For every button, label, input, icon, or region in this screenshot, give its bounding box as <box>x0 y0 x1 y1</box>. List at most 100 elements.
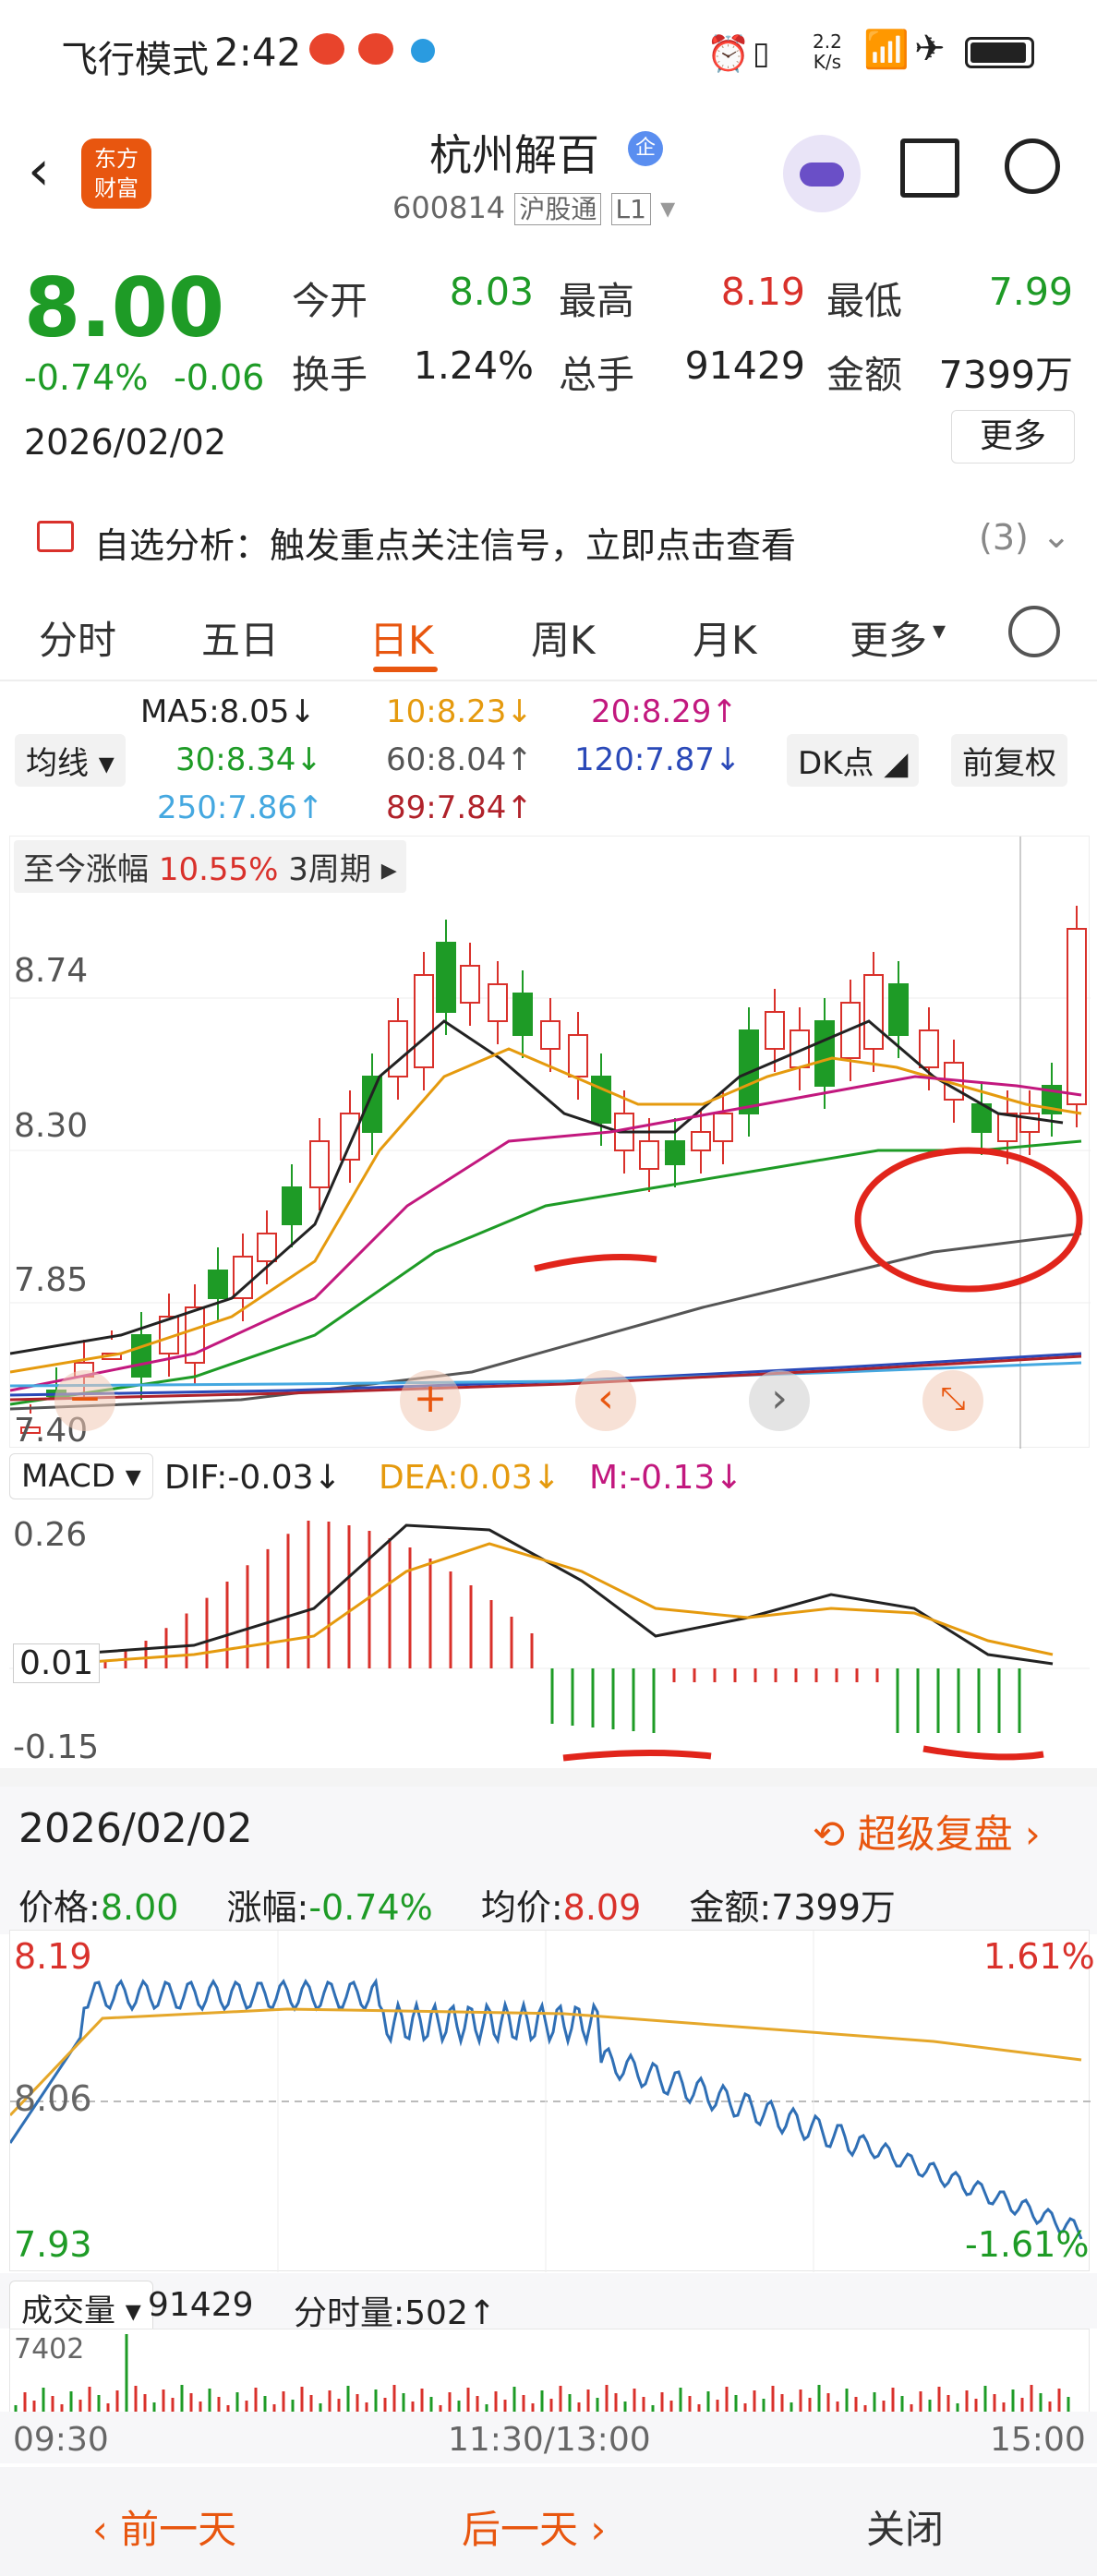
macd-chart[interactable]: 0.26 0.01 -0.15 <box>9 1507 1090 1766</box>
candle <box>388 1020 408 1077</box>
ma-value: 30:8.34↓ <box>175 741 322 778</box>
scroll-left-button[interactable]: ‹ <box>575 1370 636 1431</box>
intraday-pct-high: 1.61% <box>983 1936 1095 1977</box>
history-icon: ⟲ <box>813 1812 846 1857</box>
time-midday: 11:30/13:00 <box>448 2421 651 2459</box>
candle <box>540 1020 561 1050</box>
zoom-out-button[interactable]: − <box>54 1370 115 1431</box>
tab-1[interactable]: 五日 <box>201 609 279 666</box>
volume-total: 91429 <box>148 2286 254 2324</box>
intraday-chart[interactable]: 8.19 8.06 7.93 1.61% -1.61% <box>9 1930 1095 2272</box>
candle <box>282 1186 302 1225</box>
net-speed: 2.2 K/s <box>813 30 842 73</box>
more-quote-button[interactable]: 更多 <box>951 410 1075 463</box>
stat-value: 8.19 <box>720 270 805 314</box>
weibo-icon <box>309 33 344 65</box>
tick-volume: 分时量:502↑ <box>294 2294 497 2332</box>
intraday-pct-low: -1.61% <box>965 2224 1090 2265</box>
kline-chart[interactable]: 至今涨幅 10.55% 3周期 ▸ 8.74 8.30 7.85 7.40 − … <box>9 836 1091 1450</box>
candle <box>309 1140 330 1188</box>
ma-value: MA5:8.05↓ <box>140 693 316 730</box>
intraday-low: 7.93 <box>14 2224 92 2265</box>
macd-m: M:-0.13↓ <box>589 1459 743 1497</box>
ma-value: 250:7.86↑ <box>157 789 324 826</box>
candle <box>639 1140 659 1170</box>
time-close: 15:00 <box>990 2421 1086 2459</box>
macd-selector[interactable]: MACD ▾ <box>9 1453 153 1499</box>
change-percent: -0.74% <box>24 357 149 398</box>
candle <box>131 1334 151 1378</box>
annotation-circle <box>854 1147 1083 1293</box>
tab-3[interactable]: 周K <box>531 609 596 666</box>
volume-max: 7402 <box>14 2333 85 2365</box>
intraday-header: 2026/02/02 ⟲ 超级复盘 › 价格:8.00 涨幅:-0.74% 均价… <box>0 1787 1097 1934</box>
alarm-icon: ⏰ <box>706 33 751 74</box>
candle <box>512 993 533 1036</box>
candle <box>340 1113 360 1161</box>
intraday-high: 8.19 <box>14 1936 92 1977</box>
super-replay-link[interactable]: ⟲ 超级复盘 › <box>813 1803 1041 1860</box>
stat-value: 91429 <box>684 343 805 388</box>
dif-line <box>64 1523 1054 1666</box>
share-icon[interactable] <box>900 138 959 198</box>
macd-legend: MACD ▾ DIF:-0.03↓ DEA:0.03↓ M:-0.13↓ <box>0 1450 1097 1505</box>
level-badge: L1 <box>610 193 651 225</box>
candle <box>460 965 480 1004</box>
vibrate-icon: ▯ <box>753 35 770 72</box>
stat-label: 金额 <box>826 353 902 397</box>
stat-label: 最低 <box>826 279 902 323</box>
settings-gear-icon[interactable] <box>1008 606 1060 657</box>
macd-dif: DIF:-0.03↓ <box>164 1459 342 1497</box>
stat-label: 换手 <box>292 353 368 397</box>
previous-day-button[interactable]: ‹ 前一天 <box>92 2498 236 2555</box>
candle <box>436 942 456 1013</box>
stock-header: ‹ 东方 财富 杭州解百 企 600814 沪股通 L1 ▾ <box>0 102 1097 240</box>
macd-y-label: 0.01 <box>13 1643 101 1683</box>
scroll-right-button[interactable]: › <box>749 1370 810 1431</box>
candle <box>691 1131 711 1151</box>
candle <box>568 1034 588 1077</box>
ai-signal-bar[interactable]: 自选分析：触发重点关注信号，立即点击查看 (3) ⌄ <box>0 499 1097 578</box>
adjust-mode-selector[interactable]: 前复权 <box>951 734 1067 787</box>
indicator-selector[interactable]: 均线 ▾ <box>15 734 126 787</box>
zoom-in-button[interactable]: + <box>400 1370 461 1431</box>
chevron-down-icon: ▾ <box>660 190 676 225</box>
macd-y-label: 0.26 <box>13 1516 88 1554</box>
ma-legend: 均线 ▾ MA5:8.05↓ 10:8.23↓ 20:8.29↑ 30:8.34↓ 60… <box>0 688 1097 836</box>
fullscreen-button[interactable]: ⤡ <box>922 1370 983 1431</box>
ma-value: 120:7.87↓ <box>574 741 741 778</box>
tab-2[interactable]: 日K <box>369 609 434 666</box>
ma-value: 89:7.84↑ <box>386 789 533 826</box>
search-icon[interactable] <box>1005 138 1060 194</box>
active-tab-underline <box>373 667 438 672</box>
time-open: 09:30 <box>13 2421 109 2459</box>
change-amount: -0.06 <box>174 357 265 398</box>
y-label: 8.30 <box>14 1107 89 1145</box>
dea-line <box>64 1542 1054 1666</box>
intraday-mid: 8.06 <box>14 2078 92 2119</box>
candle <box>997 1113 1018 1142</box>
y-label: 8.74 <box>14 952 89 990</box>
candle <box>488 983 508 1022</box>
chevron-down-icon: ▾ <box>933 615 946 645</box>
status-bar: 飞行模式 2:42 ⏰ ▯ 2.2 K/s 📶 ✈ <box>0 0 1097 102</box>
volume-selector[interactable]: 成交量 ▾ <box>9 2281 153 2335</box>
stock-code-line[interactable]: 600814 沪股通 L1 ▾ <box>392 189 675 226</box>
next-day-button[interactable]: 后一天 › <box>462 2498 606 2555</box>
dk-point-toggle[interactable]: DK点 ◢ <box>787 734 920 787</box>
app-logo[interactable]: 东方 财富 <box>81 138 151 209</box>
macd-dea: DEA:0.03↓ <box>379 1459 561 1497</box>
enterprise-badge: 企 <box>628 131 663 166</box>
annotation-underline <box>922 1745 1044 1761</box>
chevron-down-icon: ⌄ <box>1042 515 1071 556</box>
stat-value: 7.99 <box>988 270 1073 314</box>
tab-5[interactable]: 更多 <box>850 609 927 666</box>
ai-assistant-icon[interactable] <box>783 135 861 212</box>
tab-4[interactable]: 月K <box>693 609 757 666</box>
candle <box>362 1076 382 1133</box>
back-icon[interactable]: ‹ <box>28 138 50 203</box>
tab-0[interactable]: 分时 <box>39 609 116 666</box>
stock-name: 杭州解百 <box>429 130 599 180</box>
close-button[interactable]: 关闭 <box>866 2498 944 2555</box>
intraday-date: 2026/02/02 <box>18 1805 253 1852</box>
